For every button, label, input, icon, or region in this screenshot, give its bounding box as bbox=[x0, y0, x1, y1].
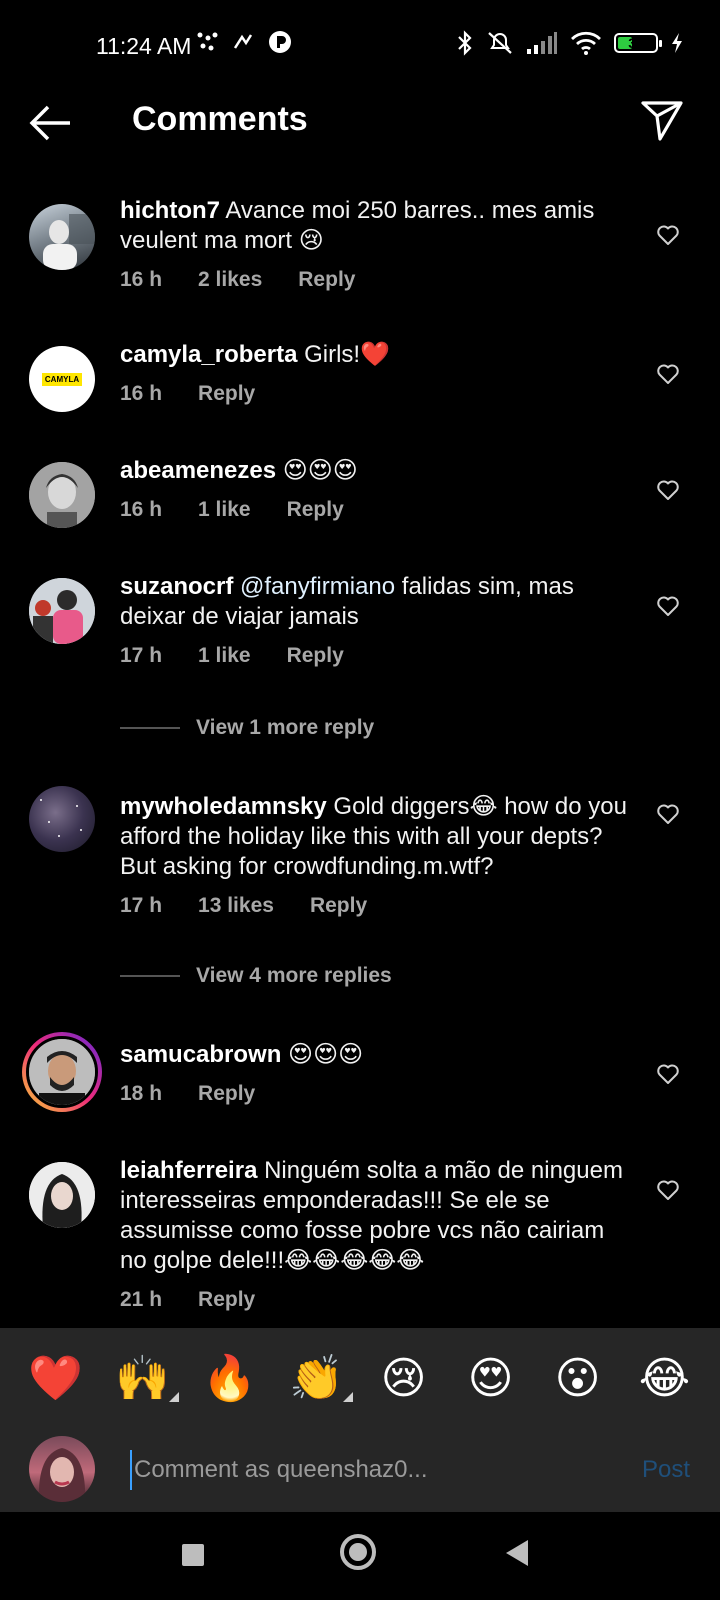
avatar[interactable] bbox=[29, 786, 95, 852]
mute-icon bbox=[488, 32, 512, 54]
speed-icon bbox=[233, 34, 253, 49]
status-bar: 11:24 AM 35 bbox=[0, 0, 720, 92]
avatar[interactable] bbox=[29, 462, 95, 528]
comment-username[interactable]: camyla_roberta bbox=[120, 341, 297, 368]
reply-button[interactable]: Reply bbox=[310, 894, 367, 918]
emoji-heart-eyes[interactable]: 😍 bbox=[463, 1353, 519, 1404]
comment-likes[interactable]: 1 like bbox=[198, 498, 251, 522]
signal-icon bbox=[527, 32, 557, 54]
heart-icon[interactable] bbox=[656, 594, 680, 618]
comment-time: 17 h bbox=[120, 644, 163, 667]
comment-item: samucabrown 😍😍😍 18 h Reply bbox=[0, 1032, 720, 1156]
reply-button[interactable]: Reply bbox=[198, 382, 255, 406]
bluetooth-icon bbox=[458, 30, 472, 56]
comment-text: 😍😍😍 bbox=[281, 1041, 364, 1068]
avatar[interactable]: CAMYLA bbox=[29, 346, 95, 412]
battery-icon: 35 bbox=[614, 33, 662, 53]
dots-icon bbox=[197, 32, 218, 51]
page-title: Comments bbox=[132, 100, 308, 138]
comment-username[interactable]: leiahferreira bbox=[120, 1157, 257, 1184]
emoji-fire[interactable]: 🔥 bbox=[202, 1352, 258, 1404]
replies-divider bbox=[120, 727, 180, 729]
view-more-replies[interactable]: View 1 more reply bbox=[0, 708, 720, 748]
comment-composer: Post bbox=[0, 1428, 720, 1512]
skin-tone-indicator bbox=[342, 1392, 353, 1402]
heart-icon[interactable] bbox=[656, 1178, 680, 1202]
comment-item: hichton7 Avance moi 250 barres.. mes ami… bbox=[0, 196, 720, 340]
heart-icon[interactable] bbox=[656, 802, 680, 826]
comment-username[interactable]: samucabrown bbox=[120, 1041, 281, 1068]
comment-likes[interactable]: 13 likes bbox=[198, 894, 274, 918]
status-time: 11:24 AM bbox=[96, 33, 192, 59]
reply-button[interactable]: Reply bbox=[198, 1288, 255, 1312]
back-arrow-icon[interactable] bbox=[28, 100, 74, 146]
comment-time: 16 h bbox=[120, 268, 163, 291]
wifi-icon bbox=[571, 31, 601, 55]
comment-time: 16 h bbox=[120, 382, 163, 405]
comments-list: hichton7 Avance moi 250 barres.. mes ami… bbox=[0, 196, 720, 1336]
comment-item: leiahferreira Ninguém solta a mão de nin… bbox=[0, 1156, 720, 1336]
avatar-logo: CAMYLA bbox=[41, 372, 83, 386]
replies-divider bbox=[120, 975, 180, 977]
heart-icon[interactable] bbox=[656, 478, 680, 502]
comment-text: 😍😍😍 bbox=[276, 457, 358, 484]
emoji-clap[interactable]: 👏 bbox=[289, 1352, 353, 1404]
comment-item: abeamenezes 😍😍😍 16 h 1 like Reply bbox=[0, 456, 720, 572]
quick-reaction-bar: ❤️ 🙌 🔥 👏 😢 😍 😮 😂 bbox=[0, 1328, 720, 1428]
home-icon[interactable] bbox=[340, 1534, 376, 1570]
view-more-replies-label[interactable]: View 1 more reply bbox=[196, 716, 374, 740]
comment-time: 16 h bbox=[120, 498, 163, 521]
post-button[interactable]: Post bbox=[642, 1456, 690, 1484]
view-more-replies[interactable]: View 4 more replies bbox=[0, 956, 720, 996]
system-nav-bar bbox=[0, 1512, 720, 1600]
comment-mention[interactable]: @fanyfirmiano bbox=[233, 573, 395, 600]
comment-time: 18 h bbox=[120, 1082, 163, 1105]
heart-icon[interactable] bbox=[656, 223, 680, 247]
comment-time: 21 h bbox=[120, 1288, 163, 1311]
comment-item: suzanocrf @fanyfirmiano falidas sim, mas… bbox=[0, 572, 720, 708]
skin-tone-indicator bbox=[168, 1392, 179, 1402]
emoji-heart[interactable]: ❤️ bbox=[28, 1352, 84, 1404]
comment-username[interactable]: hichton7 bbox=[120, 197, 220, 224]
comment-likes[interactable]: 1 like bbox=[198, 644, 251, 668]
comment-item: CAMYLA camyla_roberta Girls!❤️ 16 h Repl… bbox=[0, 340, 720, 456]
emoji-surprised[interactable]: 😮 bbox=[550, 1353, 606, 1404]
recents-icon[interactable] bbox=[182, 1544, 204, 1566]
heart-icon[interactable] bbox=[656, 362, 680, 386]
avatar[interactable] bbox=[29, 204, 95, 270]
comment-username[interactable]: mywholedamnsky bbox=[120, 793, 327, 820]
view-more-replies-label[interactable]: View 4 more replies bbox=[196, 964, 392, 988]
avatar-story-ring[interactable] bbox=[22, 1032, 102, 1112]
reply-button[interactable]: Reply bbox=[198, 1082, 255, 1106]
comment-time: 17 h bbox=[120, 894, 163, 917]
comment-item: mywholedamnsky Gold diggers😂 how do you … bbox=[0, 786, 720, 956]
header: Comments bbox=[0, 92, 720, 152]
avatar[interactable] bbox=[29, 578, 95, 644]
charging-icon bbox=[672, 33, 682, 53]
avatar[interactable] bbox=[29, 1162, 95, 1228]
share-icon[interactable] bbox=[640, 98, 684, 142]
emoji-crying[interactable]: 😢 bbox=[376, 1353, 432, 1404]
comment-username[interactable]: suzanocrf bbox=[120, 573, 233, 600]
back-icon[interactable] bbox=[506, 1540, 528, 1566]
avatar[interactable] bbox=[29, 1436, 95, 1502]
emoji-raised-hands[interactable]: 🙌 bbox=[115, 1352, 179, 1404]
comment-username[interactable]: abeamenezes bbox=[120, 457, 276, 484]
emoji-joy[interactable]: 😂 bbox=[637, 1353, 693, 1404]
app-icon bbox=[269, 31, 291, 53]
heart-icon[interactable] bbox=[656, 1062, 680, 1086]
reply-button[interactable]: Reply bbox=[287, 498, 344, 522]
comment-input[interactable] bbox=[130, 1450, 590, 1490]
comment-likes[interactable]: 2 likes bbox=[198, 268, 262, 292]
comment-text: Girls!❤️ bbox=[297, 341, 390, 368]
reply-button[interactable]: Reply bbox=[298, 268, 355, 292]
reply-button[interactable]: Reply bbox=[287, 644, 344, 668]
